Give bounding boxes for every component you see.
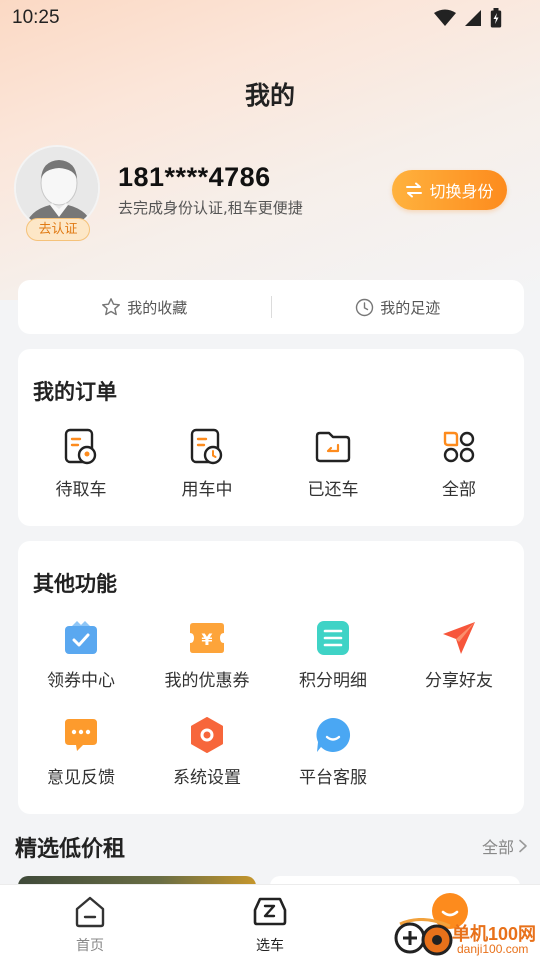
- system-settings[interactable]: 系统设置: [144, 715, 270, 788]
- order-all-label: 全部: [442, 480, 476, 500]
- footprints-label: 我的足迹: [380, 298, 441, 317]
- system-settings-label: 系统设置: [173, 768, 241, 788]
- watermark-logo-icon: [394, 918, 453, 956]
- car-icon: [253, 897, 287, 926]
- points-detail-label: 积分明细: [299, 671, 367, 691]
- switch-identity-label: 切换身份: [429, 182, 494, 201]
- feedback[interactable]: 意见反馈: [18, 715, 144, 788]
- battery-icon: [490, 8, 502, 28]
- order-returned[interactable]: 已还车: [270, 427, 396, 500]
- see-all-label: 全部: [481, 838, 514, 857]
- verify-badge[interactable]: 去认证: [26, 218, 90, 241]
- customer-service-label: 平台客服: [299, 768, 367, 788]
- points-detail[interactable]: 积分明细: [270, 618, 396, 691]
- tab-home[interactable]: 首页: [50, 895, 130, 955]
- star-icon: [102, 298, 121, 316]
- clock-icon: [356, 298, 374, 316]
- feedback-label: 意见反馈: [47, 768, 115, 788]
- my-coupons-label: 我的优惠券: [164, 671, 250, 691]
- wifi-icon: [434, 9, 456, 26]
- switch-identity-button[interactable]: 切换身份: [392, 170, 507, 210]
- chevron-right-icon: [519, 839, 527, 853]
- other-functions-title: 其他功能: [33, 572, 117, 596]
- order-in-use[interactable]: 用车中: [144, 427, 270, 500]
- user-phone: 181****4786: [118, 162, 271, 192]
- paper-plane-icon: [443, 622, 475, 654]
- coupon-center-label: 领券中心: [47, 671, 115, 691]
- watermark-site-url: danji100.com: [457, 942, 529, 956]
- order-clock-icon: [190, 428, 223, 465]
- orders-card: 我的订单 待取车 用车中 已还车 全部: [18, 349, 524, 526]
- other-functions-card: 其他功能 领券中心 ¥ 我的优惠券 积分明细 分享好友 意见反馈 系统设置 平台…: [18, 541, 524, 814]
- favorites-label: 我的收藏: [127, 298, 188, 317]
- tab-choose-car-label: 选车: [256, 938, 284, 954]
- status-icons: [434, 8, 502, 28]
- my-coupons[interactable]: ¥ 我的优惠券: [144, 618, 270, 691]
- yen-coupon-icon: ¥: [190, 623, 224, 653]
- featured-see-all-link[interactable]: 全部: [482, 834, 528, 858]
- tab-home-label: 首页: [76, 938, 104, 954]
- header-background: [0, 0, 540, 300]
- quick-links-card: 我的收藏 我的足迹: [18, 280, 524, 334]
- gift-box-icon: [65, 621, 97, 654]
- settings-hexagon-icon: [191, 717, 223, 753]
- grid-all-icon: [443, 431, 475, 463]
- folder-return-icon: [315, 431, 351, 463]
- order-pending-pickup[interactable]: 待取车: [18, 427, 144, 500]
- list-icon: [317, 621, 349, 655]
- signal-icon: [465, 10, 481, 26]
- order-pending-pickup-label: 待取车: [55, 480, 107, 500]
- order-in-use-label: 用车中: [181, 480, 233, 500]
- orders-title: 我的订单: [33, 380, 117, 404]
- share-friends[interactable]: 分享好友: [396, 618, 522, 691]
- footprints-link[interactable]: 我的足迹: [272, 297, 525, 318]
- coupon-center[interactable]: 领券中心: [18, 618, 144, 691]
- share-friends-label: 分享好友: [425, 671, 493, 691]
- swap-arrows-icon: [406, 182, 423, 198]
- message-icon: [65, 719, 97, 751]
- status-time: 10:25: [12, 7, 60, 28]
- customer-service[interactable]: 平台客服: [270, 715, 396, 788]
- order-all[interactable]: 全部: [396, 427, 522, 500]
- page-title: 我的: [244, 81, 295, 110]
- favorites-link[interactable]: 我的收藏: [18, 297, 271, 318]
- tab-choose-car[interactable]: 选车: [230, 895, 310, 955]
- order-location-icon: [64, 428, 97, 465]
- svg-text:¥: ¥: [201, 630, 212, 649]
- status-bar: 10:25: [0, 0, 540, 36]
- home-icon: [75, 896, 105, 928]
- verify-tip: 去完成身份认证,租车更便捷: [118, 199, 303, 217]
- order-returned-label: 已还车: [307, 480, 359, 500]
- featured-title: 精选低价租: [15, 837, 126, 862]
- smile-chat-icon: [316, 717, 351, 752]
